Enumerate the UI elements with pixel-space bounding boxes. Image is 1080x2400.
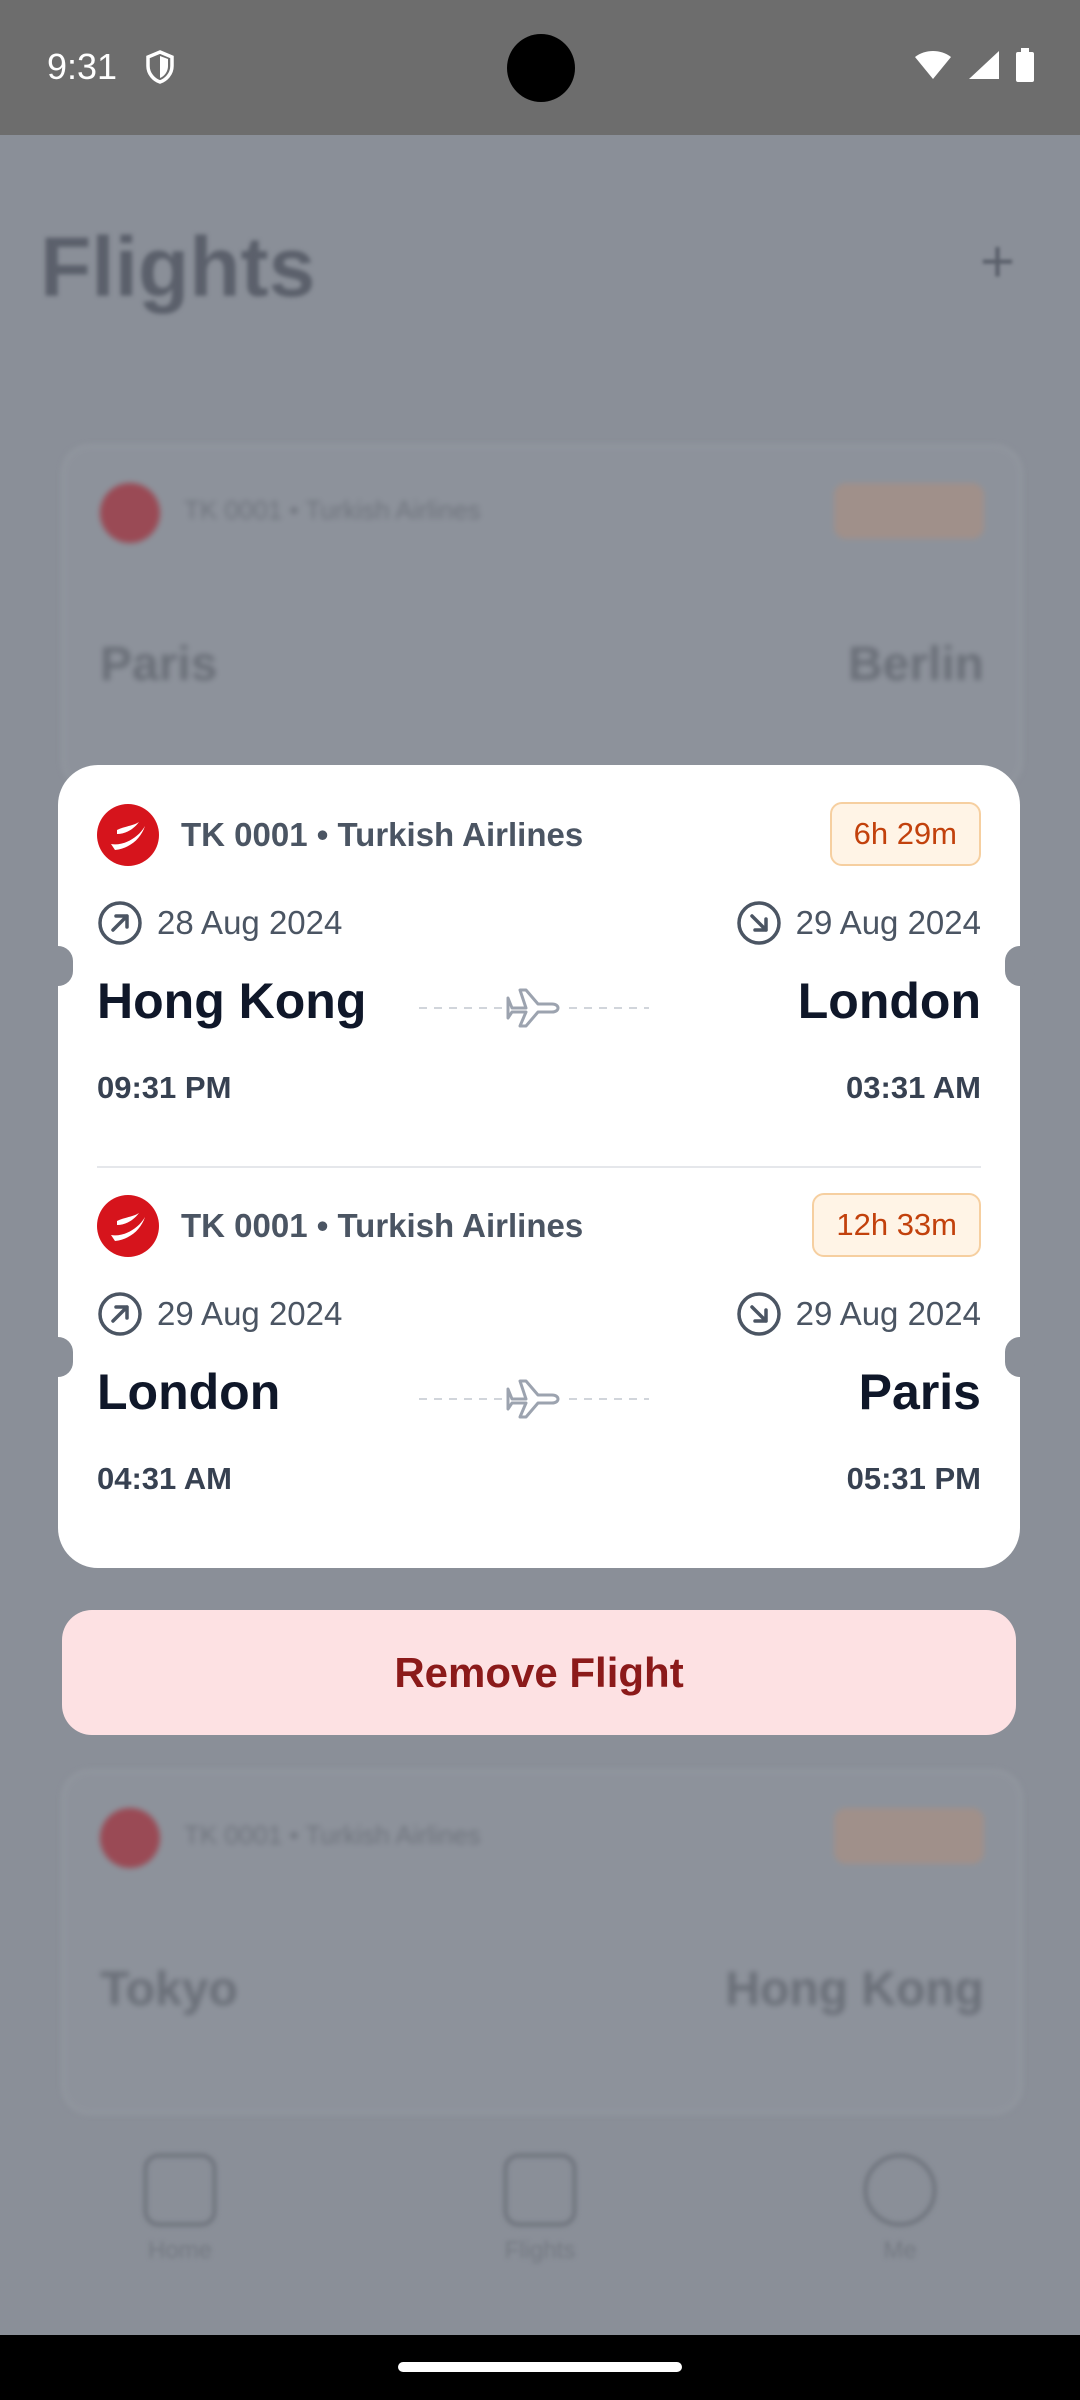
plane-icon (506, 1373, 562, 1425)
flight-card-airline: TK 0001 • Turkish Airlines (184, 495, 481, 525)
arrival-date: 29 Aug 2024 (736, 1291, 981, 1337)
arrival-time: 03:31 AM (846, 1070, 981, 1105)
origin-city: London (97, 1364, 281, 1420)
turkish-airlines-logo (97, 1195, 159, 1257)
home-icon (143, 2153, 217, 2227)
departure-icon (98, 901, 142, 945)
flight-card: TK 0001 • Turkish Airlines Tokyo Hong Ko… (62, 1770, 1022, 2114)
profile-icon (863, 2153, 937, 2227)
signal-icon (967, 49, 1001, 86)
plane-icon (506, 982, 562, 1034)
departure-date: 28 Aug 2024 (97, 900, 342, 946)
battery-icon (1015, 48, 1035, 87)
arrival-time: 05:31 PM (846, 1461, 981, 1496)
departure-date: 29 Aug 2024 (97, 1291, 342, 1337)
destination-city: London (797, 973, 981, 1029)
status-bar: 9:31 (0, 0, 1080, 135)
route-line (419, 1369, 649, 1429)
departure-time: 09:31 PM (97, 1070, 232, 1105)
flight-card-from: Tokyo (100, 1963, 238, 2016)
tab-flights: Flights (440, 2153, 640, 2265)
arrival-icon (736, 1292, 781, 1336)
wifi-icon (913, 49, 953, 86)
departure-icon (98, 1292, 142, 1336)
arrival-date: 29 Aug 2024 (736, 900, 981, 946)
remove-flight-button[interactable]: Remove Flight (62, 1610, 1016, 1735)
flight-card-to: Berlin (847, 638, 984, 691)
status-time: 9:31 (47, 46, 118, 87)
page-title: Flights (40, 220, 316, 314)
tab-me: Me (800, 2153, 1000, 2265)
flight-card-to: Hong Kong (725, 1963, 984, 2016)
segment-divider (97, 1166, 981, 1168)
turkish-airlines-logo (97, 804, 159, 866)
route-line (419, 978, 649, 1038)
shield-icon (145, 50, 175, 89)
plane-icon (503, 2153, 577, 2227)
flight-card: TK 0001 • Turkish Airlines Paris Berlin (62, 445, 1022, 789)
flight-card-from: Paris (100, 638, 218, 691)
duration-badge: 12h 33m (812, 1193, 981, 1257)
flight-card-airline: TK 0001 • Turkish Airlines (184, 1820, 481, 1850)
camera-cutout (507, 34, 575, 102)
arrival-icon (736, 901, 781, 945)
tab-home: Home (80, 2153, 280, 2265)
plus-icon: + (980, 228, 1016, 295)
duration-badge: 6h 29m (829, 802, 981, 866)
destination-city: Paris (858, 1364, 981, 1420)
flight-details-modal: TK 0001 • Turkish Airlines 6h 29m 28 Aug… (43, 765, 1035, 1568)
departure-time: 04:31 AM (97, 1461, 232, 1496)
airline-label: TK 0001 • Turkish Airlines (181, 816, 584, 853)
airline-label: TK 0001 • Turkish Airlines (181, 1207, 584, 1244)
home-gesture-handle[interactable] (398, 2362, 682, 2372)
origin-city: Hong Kong (97, 973, 367, 1029)
